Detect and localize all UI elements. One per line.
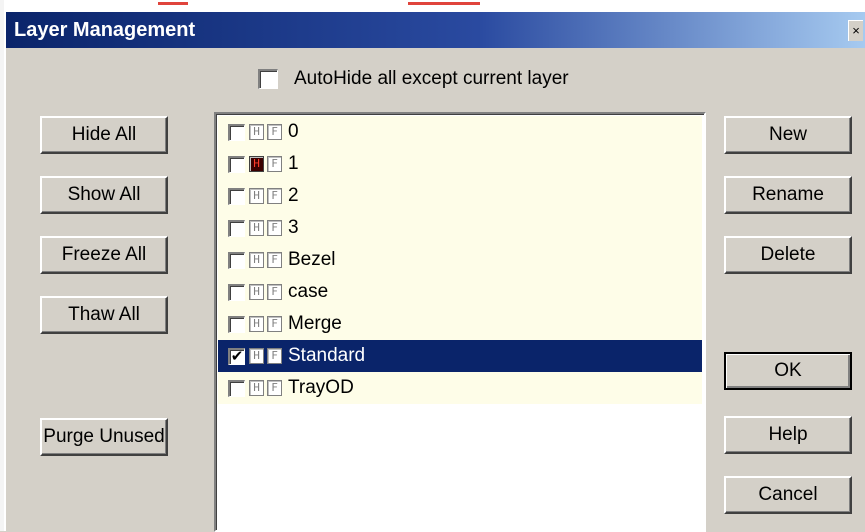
checkmark-icon: ✔ [230, 347, 244, 365]
show-all-button[interactable]: Show All [40, 176, 168, 214]
layer-list-body: H F 0 H F 1 H F 2 H F 3 H F Bezel H Fcase H F Merge ✔ H F Stand… [218, 116, 702, 404]
layer-name: TrayOD [288, 377, 354, 398]
layer-freeze-toggle[interactable]: F [267, 252, 282, 268]
layer-hide-toggle[interactable]: H [249, 284, 264, 300]
layer-freeze-toggle[interactable]: F [267, 284, 282, 300]
layer-current-checkbox[interactable] [228, 283, 245, 301]
background-mark [158, 2, 188, 5]
layer-name: 3 [288, 217, 299, 238]
autohide-checkbox[interactable] [258, 69, 278, 89]
layer-current-checkbox[interactable] [228, 187, 245, 205]
layer-hide-toggle[interactable]: H [249, 188, 264, 204]
layer-row-2[interactable]: HF2 [218, 180, 702, 212]
delete-layer-button[interactable]: Delete [724, 236, 852, 274]
cancel-button[interactable]: Cancel [724, 476, 852, 514]
layer-freeze-toggle[interactable]: F [267, 188, 282, 204]
layer-current-checkbox[interactable] [228, 315, 245, 333]
layer-current-checkbox[interactable] [228, 155, 245, 173]
layer-row-5[interactable]: H Fcase [218, 276, 702, 308]
layer-row-7[interactable]: ✔ H F Standard [218, 340, 702, 372]
layer-name: 0 [288, 121, 299, 142]
layer-name: Bezel [288, 249, 336, 270]
layer-freeze-toggle[interactable]: F [267, 124, 282, 140]
layer-hide-toggle[interactable]: H [249, 156, 264, 172]
title-bar[interactable]: Layer Management × [6, 12, 865, 48]
layer-row-4[interactable]: H F Bezel [218, 244, 702, 276]
close-button[interactable]: × [848, 20, 863, 41]
dialog-title: Layer Management [14, 19, 196, 41]
background-mark [408, 2, 480, 5]
layer-name: Standard [288, 345, 366, 366]
layer-list[interactable]: H F 0 H F 1 H F 2 H F 3 H F Bezel H Fcase H F Merge ✔ H F Stand… [214, 112, 706, 532]
layer-row-8[interactable]: H F TrayOD [218, 372, 702, 404]
rename-layer-button[interactable]: Rename [724, 176, 852, 214]
layer-hide-toggle[interactable]: H [249, 380, 264, 396]
autohide-checkbox-row[interactable]: AutoHide all except current layer [258, 66, 569, 92]
close-icon: × [852, 23, 860, 38]
freeze-all-button[interactable]: Freeze All [40, 236, 168, 274]
layer-hide-toggle[interactable]: H [249, 316, 264, 332]
layer-current-checkbox[interactable]: ✔ [228, 347, 245, 365]
layer-hide-toggle[interactable]: H [249, 348, 264, 364]
layer-name: case [288, 281, 329, 302]
layer-current-checkbox[interactable] [228, 379, 245, 397]
layer-freeze-toggle[interactable]: F [267, 156, 282, 172]
purge-unused-button[interactable]: Purge Unused [40, 418, 168, 456]
ok-button[interactable]: OK [724, 352, 852, 390]
hide-all-button[interactable]: Hide All [40, 116, 168, 154]
layer-freeze-toggle[interactable]: F [267, 348, 282, 364]
layer-management-dialog: Layer Management × AutoHide all except c… [4, 10, 865, 532]
layer-row-3[interactable]: HF3 [218, 212, 702, 244]
new-layer-button[interactable]: New [724, 116, 852, 154]
layer-hide-toggle[interactable]: H [249, 252, 264, 268]
thaw-all-button[interactable]: Thaw All [40, 296, 168, 334]
layer-freeze-toggle[interactable]: F [267, 380, 282, 396]
layer-name: Merge [288, 313, 342, 334]
layer-current-checkbox[interactable] [228, 219, 245, 237]
layer-current-checkbox[interactable] [228, 251, 245, 269]
layer-freeze-toggle[interactable]: F [267, 316, 282, 332]
layer-current-checkbox[interactable] [228, 123, 245, 141]
layer-hide-toggle[interactable]: H [249, 220, 264, 236]
layer-freeze-toggle[interactable]: F [267, 220, 282, 236]
layer-name: 2 [288, 185, 299, 206]
autohide-label: AutoHide all except current layer [294, 68, 569, 89]
layer-name: 1 [288, 153, 299, 174]
layer-hide-toggle[interactable]: H [249, 124, 264, 140]
help-button[interactable]: Help [724, 416, 852, 454]
layer-row-1[interactable]: HF1 [218, 148, 702, 180]
layer-row-0[interactable]: HF0 [218, 116, 702, 148]
layer-row-6[interactable]: H F Merge [218, 308, 702, 340]
